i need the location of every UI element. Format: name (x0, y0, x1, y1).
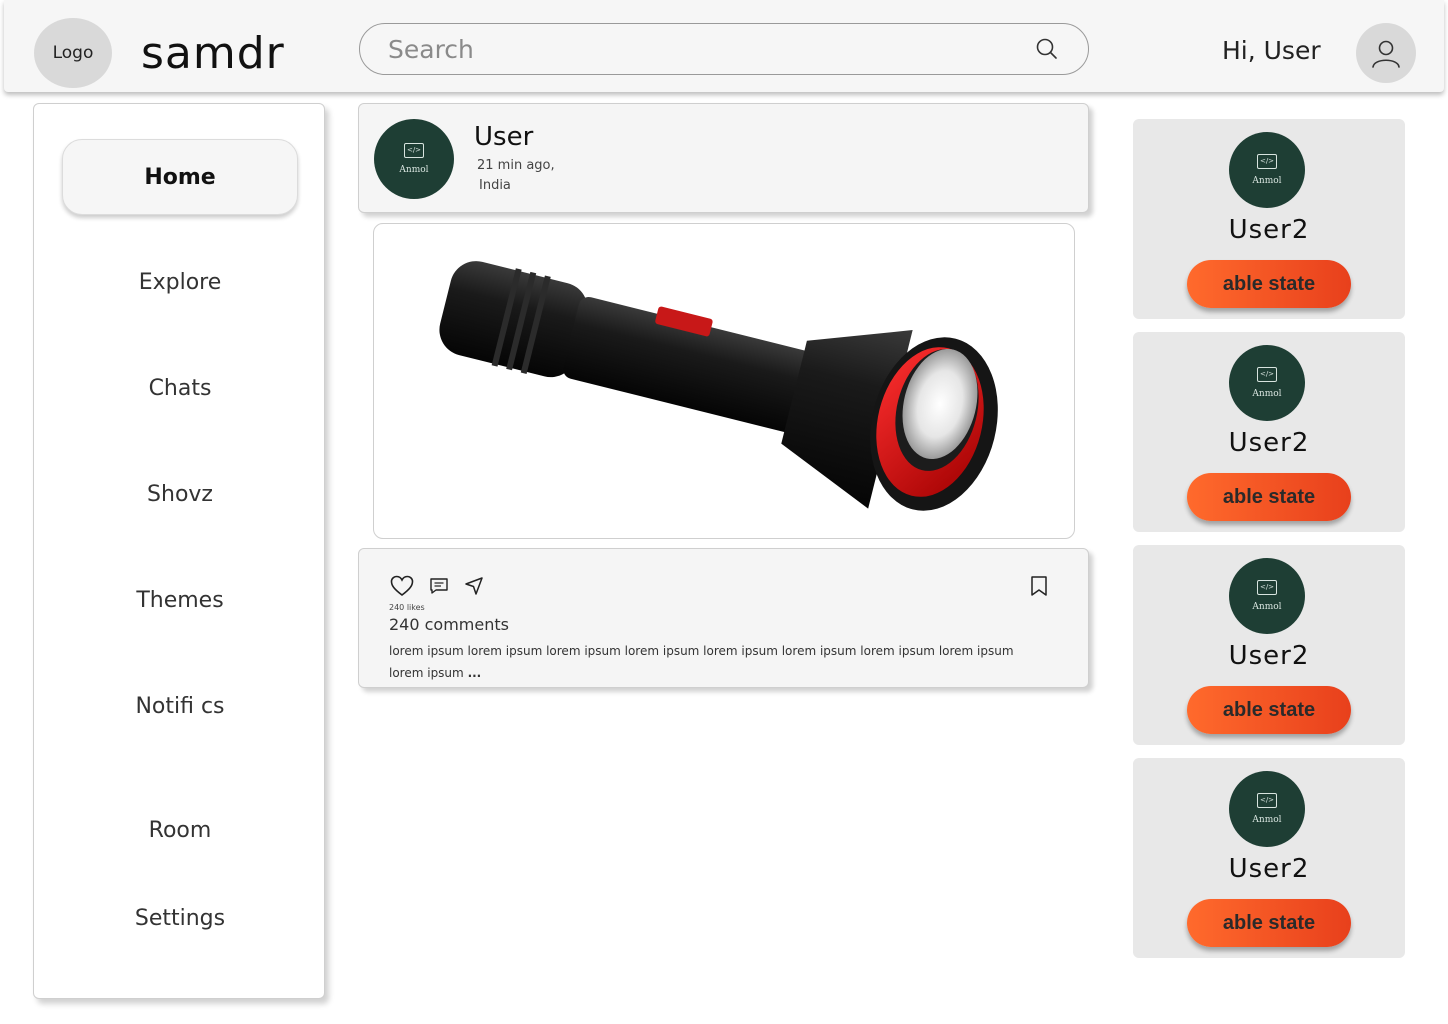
post-image[interactable] (373, 223, 1075, 539)
sidebar-item-home[interactable]: Home (62, 139, 298, 215)
able-state-button[interactable]: able state (1187, 473, 1351, 521)
sidebar-item-themes[interactable]: Themes (62, 562, 298, 638)
able-state-button[interactable]: able state (1187, 686, 1351, 734)
search-bar[interactable] (359, 23, 1089, 75)
avatar-name: Anmol (1252, 176, 1282, 186)
post-author-avatar[interactable]: </> Anmol (374, 119, 454, 199)
suggestion-card: </> Anmol User2 able state (1133, 545, 1405, 745)
comments-count[interactable]: 240 comments (389, 615, 509, 634)
sidebar-item-label: Notifi cs (135, 693, 225, 719)
heart-icon[interactable] (389, 573, 415, 599)
profile-avatar[interactable] (1356, 23, 1416, 83)
post-actions: 240 likes 240 comments lorem ipsum lorem… (358, 548, 1089, 688)
avatar-name: Anmol (1252, 602, 1282, 612)
sidebar-item-label: Room (148, 817, 212, 843)
logo-label: Logo (52, 43, 94, 63)
search-input[interactable] (388, 34, 1034, 64)
bookmark-icon[interactable] (1026, 573, 1052, 599)
comment-icon[interactable] (426, 573, 452, 599)
search-icon[interactable] (1034, 36, 1060, 62)
suggestion-name: User2 (1228, 215, 1310, 245)
code-icon: </> (404, 143, 424, 158)
suggestion-avatar[interactable]: </> Anmol (1229, 132, 1305, 208)
caption-text: lorem ipsum lorem ipsum lorem ipsum lore… (389, 644, 1014, 680)
logo[interactable]: Logo (34, 18, 112, 88)
sidebar-item-label: Home (144, 164, 216, 190)
avatar-name: Anmol (1252, 389, 1282, 399)
sidebar-item-chats[interactable]: Chats (62, 350, 298, 426)
suggestion-name: User2 (1228, 641, 1310, 671)
post-meta: 21 min ago, India (477, 156, 555, 196)
share-icon[interactable] (461, 573, 487, 599)
sidebar-item-settings[interactable]: Settings (62, 880, 298, 956)
sidebar-item-explore[interactable]: Explore (62, 244, 298, 320)
sidebar-item-shovz[interactable]: Shovz (62, 456, 298, 532)
user-greeting: Hi, User (1222, 36, 1321, 65)
suggestion-name: User2 (1228, 854, 1310, 884)
post-time: 21 min ago, (477, 158, 555, 173)
avatar-name: Anmol (1252, 815, 1282, 825)
sidebar-item-label: Explore (138, 269, 222, 295)
able-state-button[interactable]: able state (1187, 260, 1351, 308)
sidebar-item-room[interactable]: Room (62, 792, 298, 868)
suggestion-avatar[interactable]: </> Anmol (1229, 771, 1305, 847)
top-header: Logo samdr Hi, User (4, 0, 1444, 92)
caption-more[interactable]: ... (468, 666, 482, 680)
flashlight-image (439, 261, 998, 511)
suggestion-avatar[interactable]: </> Anmol (1229, 558, 1305, 634)
post-caption: lorem ipsum lorem ipsum lorem ipsum lore… (389, 640, 1049, 684)
able-state-button[interactable]: able state (1187, 899, 1351, 947)
likes-count: 240 likes (389, 603, 425, 612)
code-icon: </> (1257, 580, 1277, 595)
code-icon: </> (1257, 367, 1277, 382)
code-icon: </> (1257, 793, 1277, 808)
suggestion-name: User2 (1228, 428, 1310, 458)
code-icon: </> (1257, 154, 1277, 169)
sidebar-item-label: Chats (148, 375, 212, 401)
post-header: </> Anmol User 21 min ago, India (358, 103, 1089, 213)
post-username[interactable]: User (474, 122, 533, 152)
suggestion-card: </> Anmol User2 able state (1133, 758, 1405, 958)
user-icon (1372, 40, 1400, 68)
brand-name: samdr (141, 28, 285, 79)
suggestion-card: </> Anmol User2 able state (1133, 332, 1405, 532)
sidebar-item-label: Settings (134, 905, 226, 931)
suggestion-card: </> Anmol User2 able state (1133, 119, 1405, 319)
post-location: India (479, 178, 511, 193)
sidebar-item-label: Shovz (147, 481, 213, 507)
sidebar-item-label: Themes (136, 587, 224, 613)
avatar-name: Anmol (399, 165, 429, 175)
suggestion-avatar[interactable]: </> Anmol (1229, 345, 1305, 421)
sidebar-item-notifications[interactable]: Notifi cs (62, 668, 298, 744)
sidebar-nav: Home Explore Chats Shovz Themes Notifi c… (33, 103, 325, 999)
